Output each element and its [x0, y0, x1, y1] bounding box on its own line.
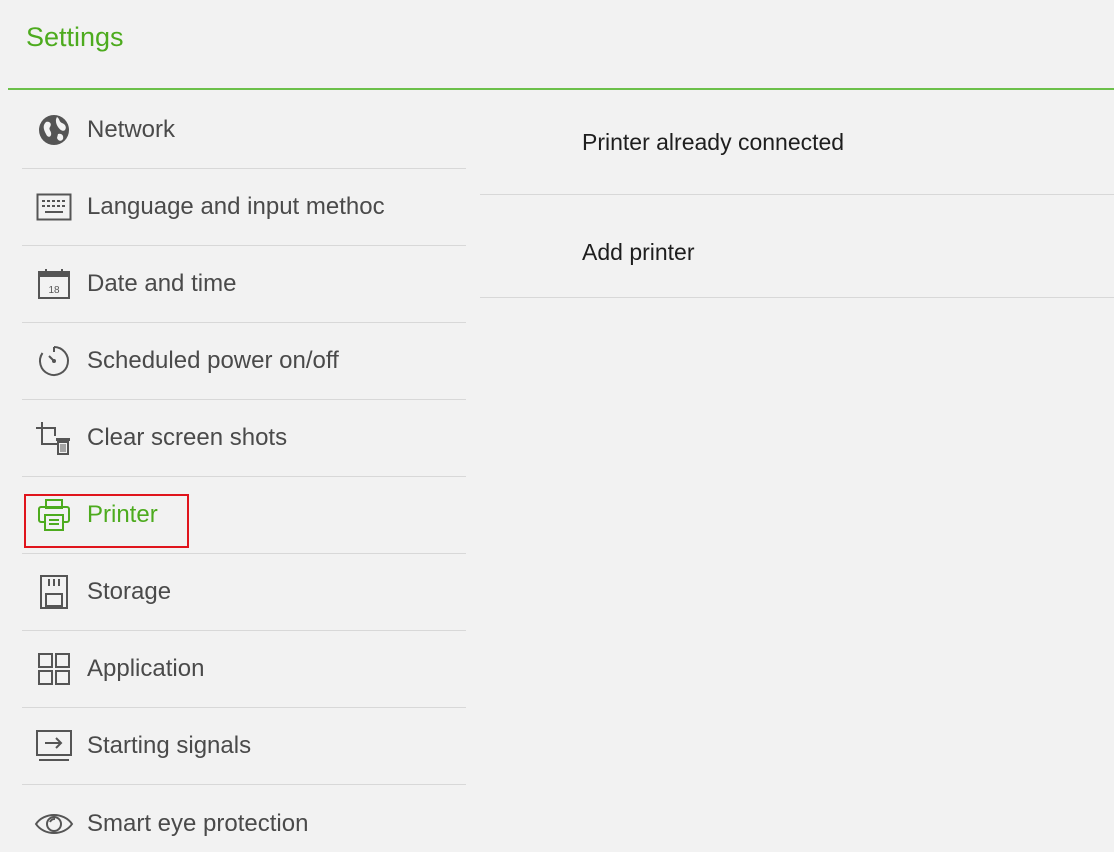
- apps-grid-icon: [34, 649, 74, 689]
- sidebar-item-label: Printer: [87, 501, 158, 528]
- sidebar-item-clear-screenshots[interactable]: Clear screen shots: [22, 400, 466, 477]
- globe-icon: [34, 110, 74, 150]
- page-title: Settings: [26, 22, 124, 52]
- sidebar-item-date-time[interactable]: 18 Date and time: [22, 246, 466, 323]
- sidebar-item-scheduled-power[interactable]: Scheduled power on/off: [22, 323, 466, 400]
- sidebar-item-label: Application: [87, 655, 205, 682]
- sidebar-item-label: Smart eye protection: [87, 809, 309, 837]
- sidebar-item-label: Storage: [87, 578, 172, 605]
- calendar-icon: 18: [34, 264, 74, 304]
- sidebar-item-label: Language and input methoc: [87, 193, 385, 220]
- crop-trash-icon: [34, 418, 74, 458]
- sidebar-item-network[interactable]: Network: [22, 91, 466, 169]
- sidebar-item-label: Clear screen shots: [87, 424, 288, 451]
- sidebar-item-language[interactable]: Language and input methoc: [22, 169, 466, 246]
- printer-settings-panel: Printer already connected Add printer: [480, 91, 1114, 298]
- settings-header: Settings: [8, 0, 1114, 90]
- timer-icon: [34, 341, 74, 381]
- settings-screen: Settings Network Language and input meth…: [0, 0, 1114, 852]
- sidebar-item-label: Scheduled power on/off: [87, 347, 339, 374]
- input-source-icon: [34, 726, 74, 766]
- settings-sidebar: Network Language and input methoc 18 Dat…: [22, 91, 466, 852]
- sidebar-item-label: Network: [87, 115, 176, 143]
- sidebar-item-storage[interactable]: Storage: [22, 554, 466, 631]
- sidebar-item-printer[interactable]: Printer: [22, 477, 466, 554]
- sidebar-item-label: Starting signals: [87, 732, 252, 759]
- sd-card-icon: [34, 572, 74, 612]
- add-printer-item[interactable]: Add printer: [480, 195, 1114, 298]
- sidebar-item-application[interactable]: Application: [22, 631, 466, 708]
- printer-icon: [34, 495, 74, 535]
- printer-already-connected-item[interactable]: Printer already connected: [480, 91, 1114, 195]
- keyboard-icon: [34, 187, 74, 227]
- sidebar-item-eye-protection[interactable]: Smart eye protection: [22, 785, 466, 852]
- sidebar-item-starting-signals[interactable]: Starting signals: [22, 708, 466, 785]
- svg-text:18: 18: [48, 285, 60, 296]
- sidebar-item-label: Date and time: [87, 270, 237, 297]
- eye-icon: [34, 804, 74, 844]
